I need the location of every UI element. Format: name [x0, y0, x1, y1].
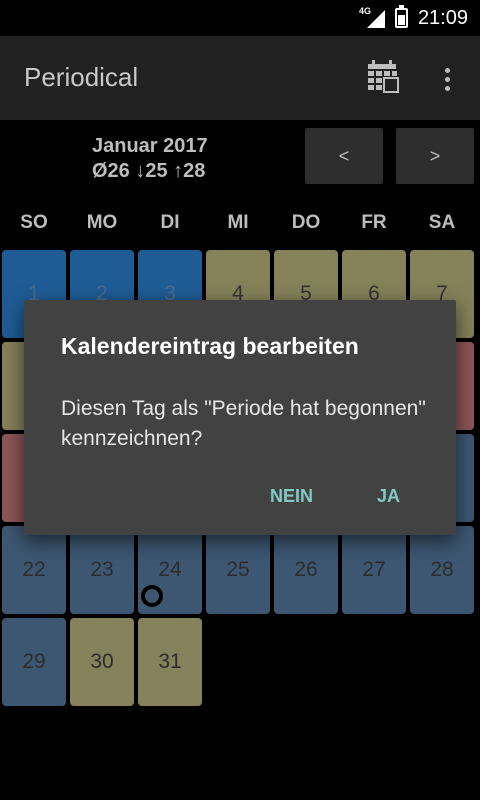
app-title: Periodical: [24, 62, 139, 92]
calendar-day[interactable]: 30: [70, 618, 134, 706]
calendar-day[interactable]: 29: [2, 618, 66, 706]
weekday-label: SO: [20, 212, 48, 233]
weekday-header: SO MO DI MI DO FR SA: [0, 200, 480, 244]
calendar-day[interactable]: 31: [138, 618, 202, 706]
signal-icon: 4G: [359, 6, 385, 28]
battery-icon: [394, 5, 408, 28]
status-bar: 4G 21:09: [0, 0, 480, 36]
no-button[interactable]: NEIN: [270, 478, 313, 514]
month-summary: Januar 2017 Ø26 ↓25 ↑28: [92, 134, 208, 184]
calendar-day[interactable]: 26: [274, 526, 338, 614]
calendar-day[interactable]: 23: [70, 526, 134, 614]
cycle-stats: Ø26 ↓25 ↑28: [92, 160, 206, 182]
calendar-day[interactable]: 28: [410, 526, 474, 614]
overflow-menu-icon[interactable]: [430, 62, 464, 96]
today-marker-icon: [141, 585, 163, 607]
calendar-day[interactable]: 27: [342, 526, 406, 614]
weekday-label: MO: [86, 212, 118, 233]
calendar-day[interactable]: 22: [2, 526, 66, 614]
calendar-day[interactable]: 25: [206, 526, 270, 614]
weekday-label: MI: [227, 212, 249, 233]
calendar-icon[interactable]: [366, 60, 400, 94]
month-label: Januar 2017: [92, 135, 208, 157]
yes-button[interactable]: JA: [377, 478, 400, 514]
dialog-title: Kalendereintrag bearbeiten: [61, 333, 359, 359]
weekday-label: DI: [160, 212, 180, 233]
dialog-message: Diesen Tag als "Periode hat begonnen" ke…: [61, 397, 426, 450]
weekday-label: FR: [361, 212, 387, 233]
weekday-label: SA: [428, 212, 456, 233]
clock: 21:09: [417, 6, 468, 29]
next-month-button[interactable]: >: [396, 128, 474, 184]
app-bar: Periodical: [0, 36, 480, 120]
edit-entry-dialog: Kalendereintrag bearbeiten Diesen Tag al…: [24, 300, 456, 535]
weekday-label: DO: [291, 212, 321, 233]
previous-month-button[interactable]: <: [305, 128, 383, 184]
